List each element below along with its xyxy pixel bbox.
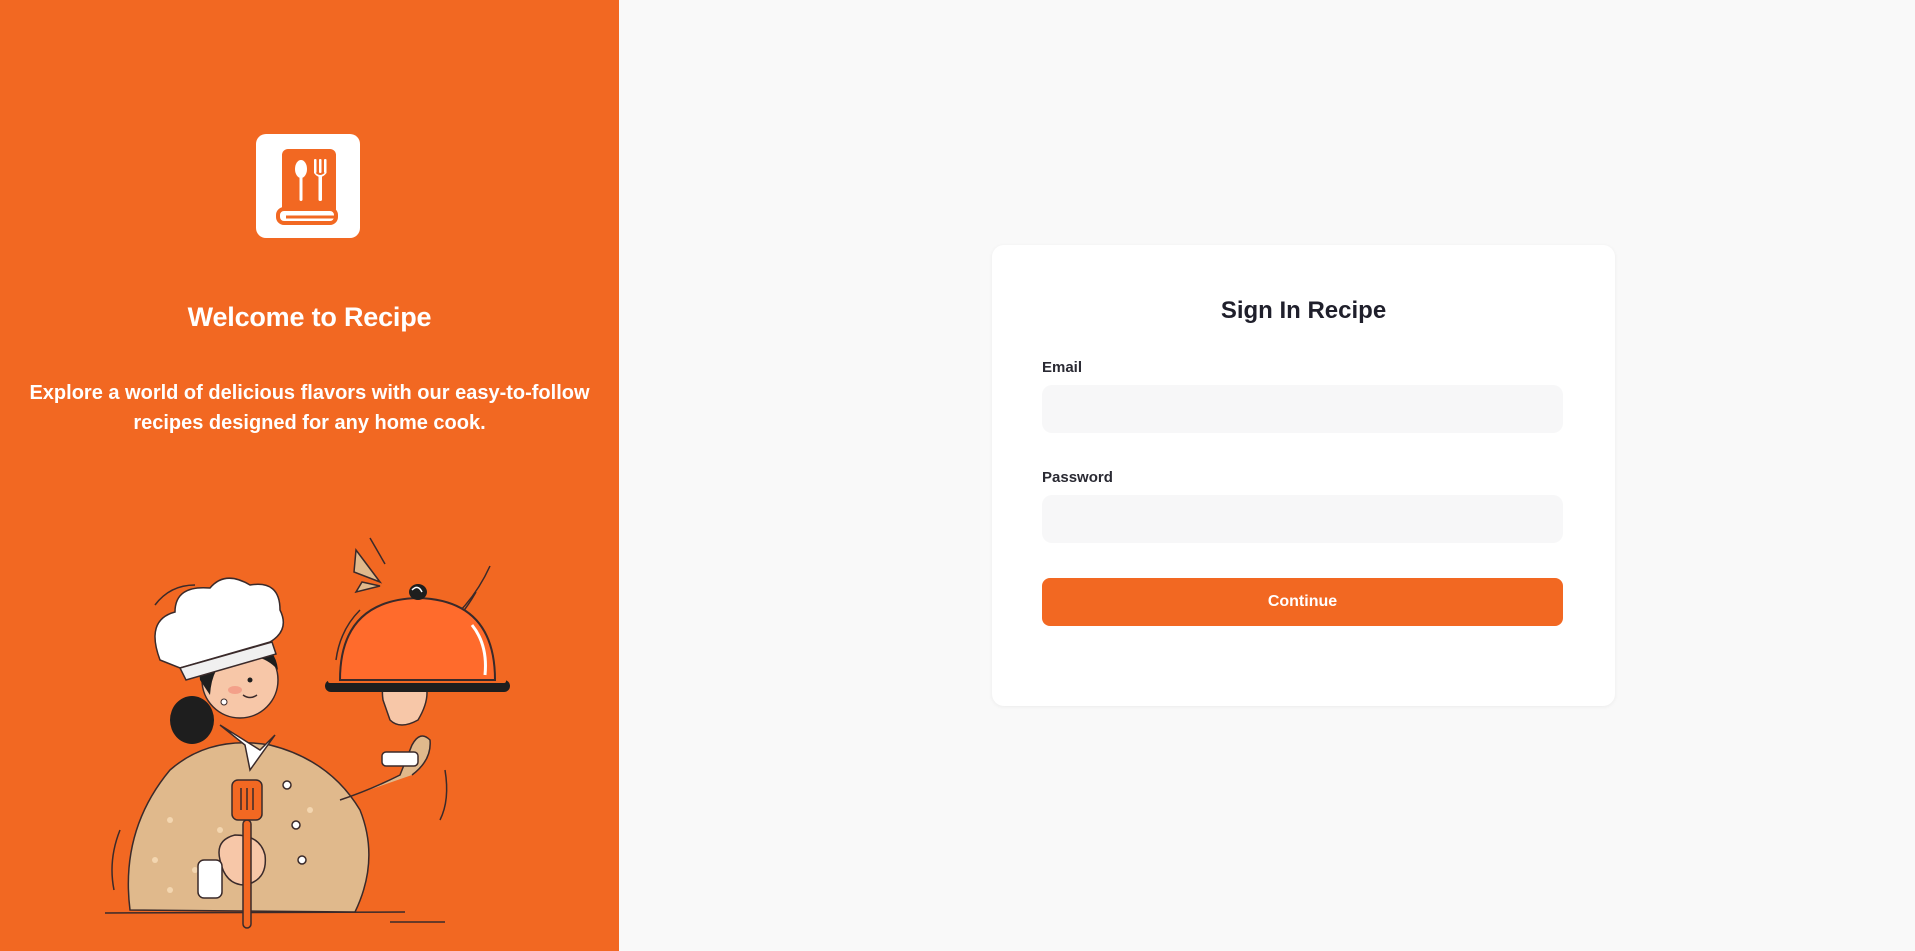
sign-in-title: Sign In Recipe xyxy=(1220,297,1387,324)
welcome-subtitle: Explore a world of delicious flavors wit… xyxy=(29,382,590,434)
form-panel: Sign In Recipe Email Password Continue xyxy=(619,0,1915,951)
email-label: Email xyxy=(1042,359,1083,376)
sign-in-page: Welcome to Recipe Explore a world of del… xyxy=(0,0,1915,951)
brand-panel: Welcome to Recipe Explore a world of del… xyxy=(0,0,619,951)
password-field[interactable] xyxy=(1042,495,1563,543)
chef-illustration xyxy=(104,537,510,929)
email-field[interactable] xyxy=(1042,385,1563,433)
recipe-book-icon xyxy=(276,149,338,225)
continue-button[interactable]: Continue xyxy=(1042,578,1563,626)
app-logo xyxy=(256,134,360,238)
password-label: Password xyxy=(1042,469,1113,486)
welcome-title: Welcome to Recipe xyxy=(187,302,432,332)
sign-in-card: Sign In Recipe Email Password Continue xyxy=(992,245,1615,706)
